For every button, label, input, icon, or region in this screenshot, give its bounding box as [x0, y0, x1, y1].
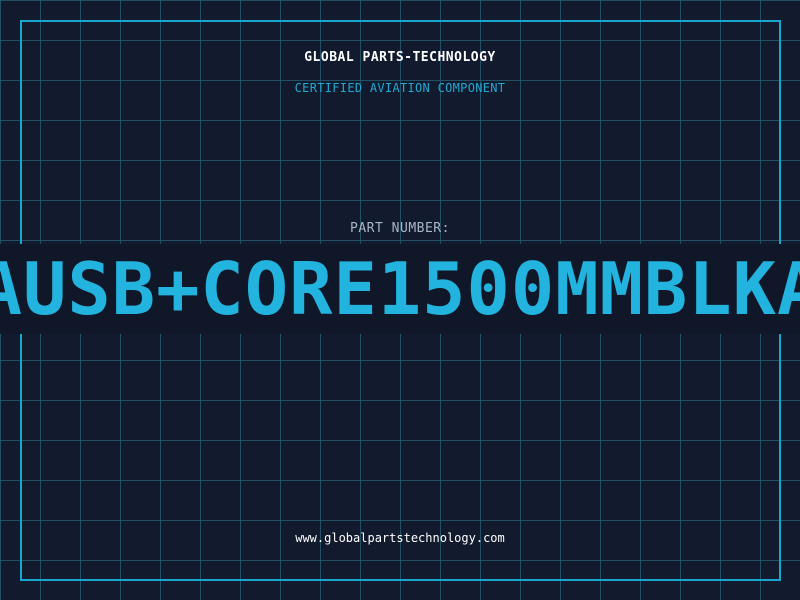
part-number-label: PART NUMBER:: [350, 221, 450, 236]
certification-tagline: CERTIFIED AVIATION COMPONENT: [294, 81, 506, 95]
part-label-card: GLOBAL PARTS-TECHNOLOGY CERTIFIED AVIATI…: [0, 0, 800, 600]
part-number-band: AUSB+CORE1500MMBLKA: [0, 244, 800, 334]
website-url: www.globalpartstechnology.com: [295, 531, 505, 545]
company-name: GLOBAL PARTS-TECHNOLOGY: [304, 50, 496, 65]
part-number-value: AUSB+CORE1500MMBLKA: [0, 247, 800, 331]
